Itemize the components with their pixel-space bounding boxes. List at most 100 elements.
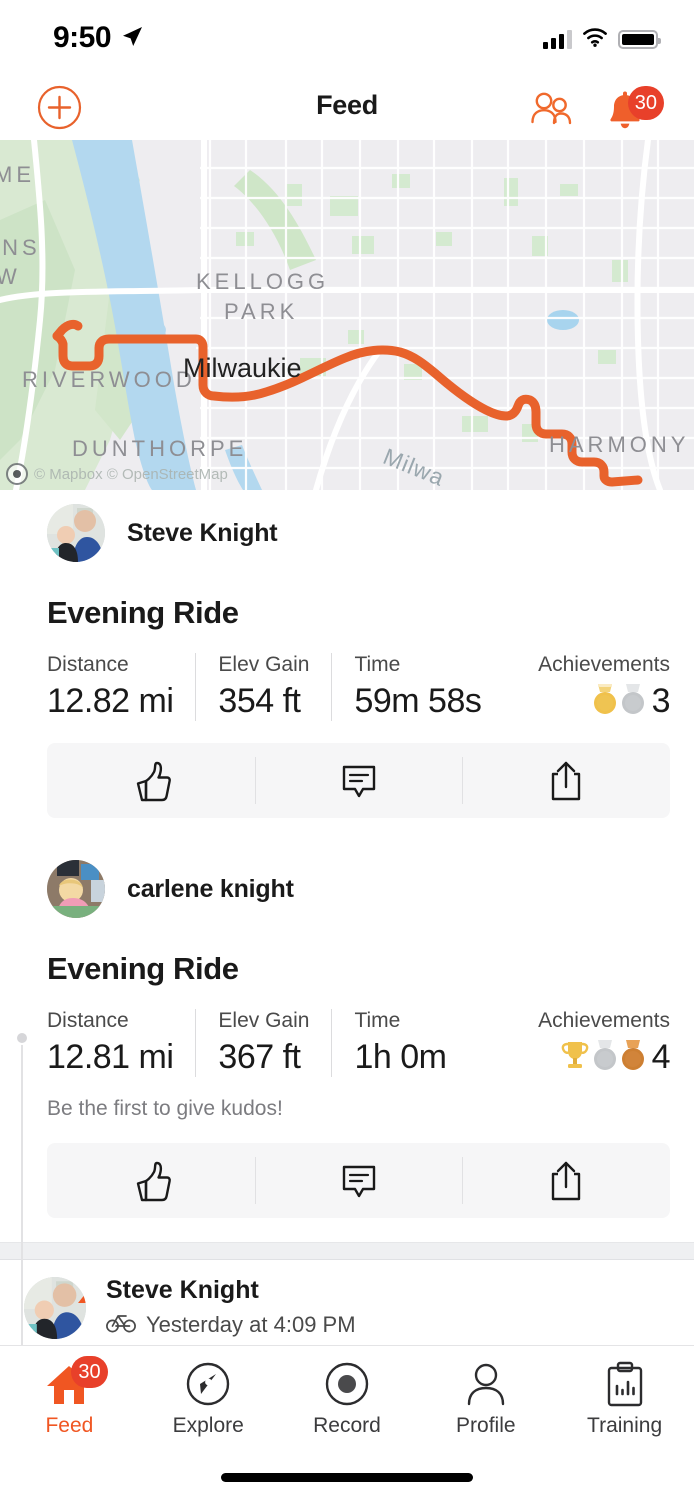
notifications-badge: 30 (627, 86, 664, 120)
stat-value: 12.81 mi (47, 1038, 174, 1076)
tab-label: Profile (456, 1414, 516, 1437)
map-label: KELLOGG (196, 269, 330, 294)
tab-label: Record (313, 1414, 381, 1437)
gold-trophy-icon (560, 1038, 590, 1077)
avatar[interactable] (24, 1276, 86, 1339)
activity-card-preview[interactable]: Steve Knight Yesterday at 4:09 PM (0, 1260, 694, 1339)
stat-label: Time (354, 1009, 401, 1032)
group-icon[interactable] (528, 91, 574, 127)
map-label: W (0, 264, 21, 289)
home-icon: 30 (43, 1356, 108, 1408)
feed-tab-badge: 30 (71, 1356, 108, 1388)
athlete-row[interactable]: Steve Knight (47, 490, 670, 562)
achievement-icons: 4 (538, 1038, 671, 1077)
map-label: HARMONY (549, 432, 690, 457)
gold-medal-icon (592, 682, 618, 721)
location-arrow-icon (121, 26, 143, 53)
comment-button[interactable] (254, 1143, 463, 1218)
stat-label: Distance (47, 1009, 129, 1032)
athlete-name[interactable]: Steve Knight (127, 519, 278, 548)
tab-profile[interactable]: Profile (416, 1360, 555, 1438)
athlete-name[interactable]: carlene knight (127, 875, 294, 904)
tab-feed[interactable]: 30 Feed (0, 1356, 139, 1438)
nav-header: Feed 30 (0, 78, 694, 140)
stat-elev-gain: Elev Gain 354 ft (195, 653, 331, 721)
compass-icon (185, 1360, 231, 1408)
status-bar: 9:50 (0, 0, 694, 78)
achievements-count: 4 (651, 1038, 671, 1076)
stat-achievements[interactable]: Achievements (528, 653, 670, 721)
person-icon (463, 1360, 509, 1408)
tab-label: Training (587, 1414, 663, 1437)
activity-title[interactable]: Evening Ride (47, 951, 670, 987)
stat-label: Achievements (538, 653, 670, 676)
bronze-medal-icon (620, 1038, 646, 1077)
map-label: PARK (224, 299, 299, 324)
comment-icon (342, 765, 375, 797)
map-label: ME (0, 162, 35, 187)
stat-label: Elev Gain (218, 1009, 310, 1032)
bike-icon (106, 1311, 136, 1339)
tab-label: Feed (45, 1414, 94, 1437)
stat-value: 367 ft (218, 1038, 301, 1076)
stat-label: Distance (47, 653, 129, 676)
achievement-icons: 3 (538, 682, 671, 721)
record-icon (324, 1360, 370, 1408)
status-bar-indicators (543, 27, 661, 52)
stat-value: 354 ft (218, 682, 301, 720)
tab-training[interactable]: Training (555, 1360, 694, 1438)
kudos-icon (136, 761, 171, 801)
feed-section-divider (0, 1242, 694, 1260)
status-bar-time: 9:50 (53, 21, 112, 54)
wifi-icon (582, 27, 608, 52)
strava-feed-screen: 9:50 Feed 30 ME NS W KELLOGG PARK RIVERW… (0, 0, 694, 1500)
silver-medal-icon (620, 682, 646, 721)
kudos-icon (136, 1161, 171, 1201)
stat-time: Time 59m 58s (331, 653, 503, 721)
stat-label: Time (354, 653, 401, 676)
stat-distance: Distance 12.81 mi (47, 1009, 195, 1077)
comment-icon (342, 1165, 375, 1197)
strava-chevron-badge-icon (76, 1276, 86, 1305)
avatar[interactable] (47, 860, 105, 918)
battery-icon (618, 30, 661, 49)
map-attribution-text: © Mapbox © OpenStreetMap (34, 465, 228, 483)
athlete-row[interactable]: carlene knight (47, 846, 670, 918)
page-title: Feed (316, 90, 378, 120)
preview-text-block: Steve Knight Yesterday at 4:09 PM (106, 1276, 356, 1339)
avatar[interactable] (47, 504, 105, 562)
map-label-city: Milwaukie (183, 353, 302, 383)
kudos-button[interactable] (47, 1143, 255, 1218)
activity-map[interactable]: ME INS W KELLOGG PARK RIVERWOOD Milwauki… (0, 140, 694, 490)
tab-label: Explore (172, 1414, 244, 1437)
activity-card[interactable]: carlene knight Evening Ride Distance 12.… (0, 846, 694, 1218)
comment-button[interactable] (254, 743, 463, 818)
athlete-name[interactable]: Steve Knight (106, 1276, 356, 1305)
map-attribution: © Mapbox © OpenStreetMap (6, 463, 228, 485)
activity-actionbar (47, 743, 670, 818)
stat-distance: Distance 12.82 mi (47, 653, 195, 721)
activity-title[interactable]: Evening Ride (47, 595, 670, 631)
activity-actionbar (47, 1143, 670, 1218)
activity-card[interactable]: Steve Knight Evening Ride Distance 12.82… (0, 490, 694, 818)
stat-label: Achievements (538, 1009, 670, 1032)
tab-record[interactable]: Record (278, 1360, 417, 1438)
stat-elev-gain: Elev Gain 367 ft (195, 1009, 331, 1077)
cellular-signal-icon (543, 30, 572, 49)
silver-medal-icon (592, 1038, 618, 1077)
tab-explore[interactable]: Explore (139, 1360, 278, 1438)
kudos-button[interactable] (47, 743, 255, 818)
activity-stats: Distance 12.81 mi Elev Gain 367 ft Time … (47, 1009, 671, 1077)
stat-value: 12.82 mi (47, 682, 174, 720)
share-icon (551, 1161, 581, 1200)
share-button[interactable] (462, 1143, 670, 1218)
stat-value: 1h 0m (354, 1038, 447, 1076)
activity-feed: Steve Knight Evening Ride Distance 12.82… (0, 490, 694, 1408)
share-button[interactable] (462, 743, 670, 818)
stat-achievements[interactable]: Achievements (528, 1009, 670, 1077)
kudos-hint: Be the first to give kudos! (47, 1097, 283, 1120)
notifications-button[interactable]: 30 (602, 86, 664, 132)
activity-meta: Yesterday at 4:09 PM (106, 1311, 356, 1339)
map-label: RIVERWOOD (22, 367, 196, 392)
activity-timestamp: Yesterday at 4:09 PM (146, 1312, 356, 1337)
